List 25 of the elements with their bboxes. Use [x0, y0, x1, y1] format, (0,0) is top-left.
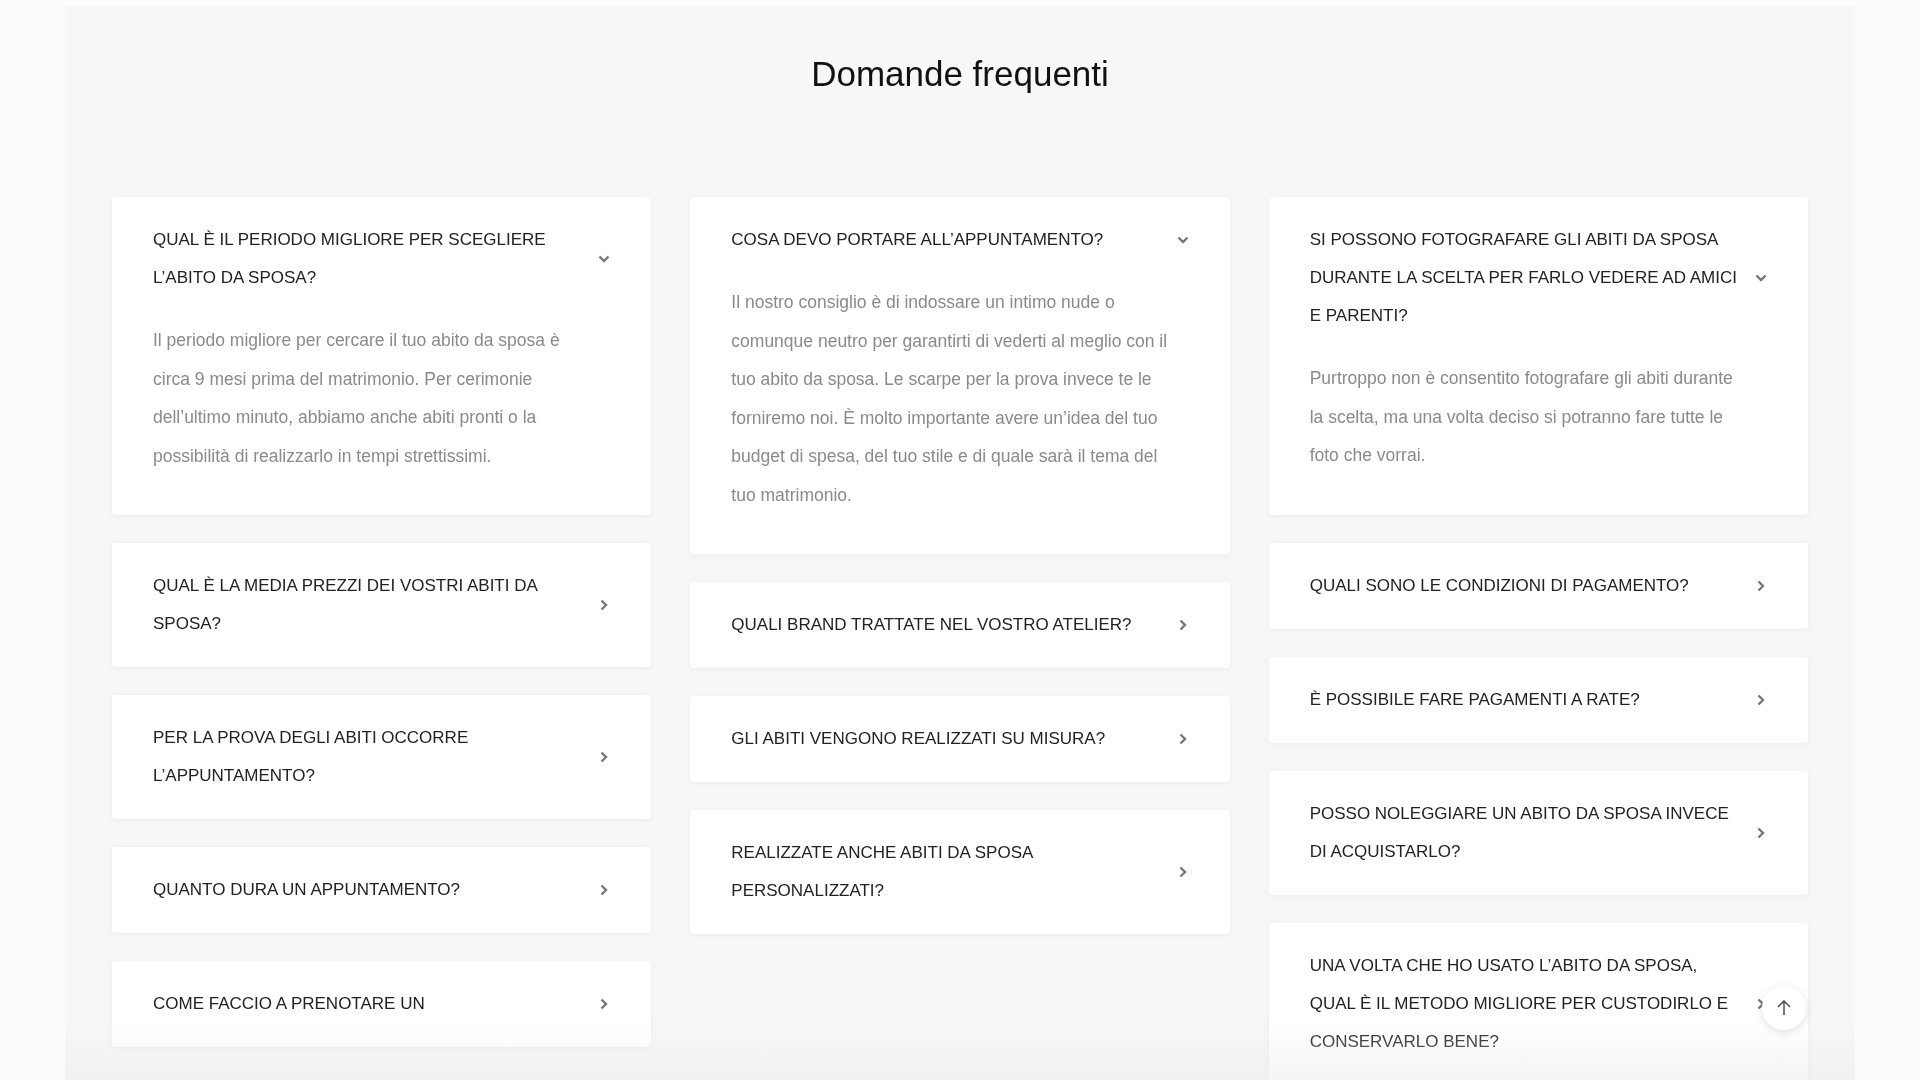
faq-question[interactable]: È POSSIBILE FARE PAGAMENTI A RATE? [1309, 680, 1742, 719]
faq-question[interactable]: REALIZZATE ANCHE ABITI DA SPOSA PERSONALIZZATI? [731, 834, 1164, 910]
chevron-down-icon[interactable] [1176, 234, 1189, 246]
faq-question[interactable]: SI POSSONO FOTOGRAFARE GLI ABITI DA SPOSA DURANTE LA SCELTA PER FARLO VEDERE AD AMICI E PARENTI? [1309, 221, 1742, 335]
faq-question[interactable]: QUANTO DURA UN APPUNTAMENTO? [153, 871, 585, 909]
faq-question[interactable]: QUALI BRAND TRATTATE NEL VOSTRO ATELIER? [731, 606, 1164, 644]
faq-question[interactable]: COSA DEVO PORTARE ALL’APPUNTAMENTO? [731, 221, 1164, 259]
page-title: Domande frequenti [810, 53, 1110, 95]
faq-question[interactable]: PER LA PROVA DEGLI ABITI OCCORRE L’APPUNTAMENTO? [153, 719, 585, 795]
faq-question[interactable]: QUAL È LA MEDIA PREZZI DEI VOSTRI ABITI DA SPOSA? [153, 567, 585, 643]
faq-question[interactable]: UNA VOLTA CHE HO USATO L’ABITO DA SPOSA, QUAL È IL METODO MIGLIORE PER CUSTODIRLO E CONSERVARLO BENE? [1309, 946, 1742, 1061]
chevron-right-icon[interactable] [1755, 579, 1767, 592]
faq-question[interactable]: QUAL È IL PERIODO MIGLIORE PER SCEGLIERE L’ABITO DA SPOSA? [153, 221, 585, 297]
chevron-right-icon[interactable] [1755, 826, 1767, 839]
faq-question[interactable]: GLI ABITI VENGONO REALIZZATI SU MISURA? [731, 720, 1164, 758]
arrow-up-icon [1777, 1000, 1791, 1016]
faq-question[interactable]: COME FACCIO A PRENOTARE UN [153, 985, 585, 1023]
chevron-down-icon[interactable] [1755, 272, 1767, 284]
faq-question[interactable]: POSSO NOLEGGIARE UN ABITO DA SPOSA INVECE DI ACQUISTARLO? [1309, 794, 1742, 871]
chevron-right-icon[interactable] [1755, 693, 1767, 706]
chevron-down-icon[interactable] [598, 253, 611, 265]
faq-answer: Il nostro consiglio è di indossare un intimo nude o comunque neutro per garantirti di vederti al meglio con il tuo abito da sposa. Le scarpe per la prova invece te le forniremo noi. È molto importante avere un’idea del tuo budget di spesa, del tuo stile e di quale sarà il tema del tuo matrimonio. [731, 291, 1169, 507]
faq-answer: Il periodo migliore per cercare il tuo abito da sposa è circa 9 mesi prima del matrimonio. Per cerimonie dell’ultimo minuto, abbiamo anche abiti pronti o la possibilità di realizzarlo in tempi strettissimi. [153, 329, 561, 468]
faq-answer: Purtroppo non è consentito fotografare gli abiti durante la scelta, ma una volta deciso si potranno fare tutte le foto che vorrai. [1309, 367, 1734, 467]
faq-question[interactable]: QUALI SONO LE CONDIZIONI DI PAGAMENTO? [1309, 566, 1742, 605]
